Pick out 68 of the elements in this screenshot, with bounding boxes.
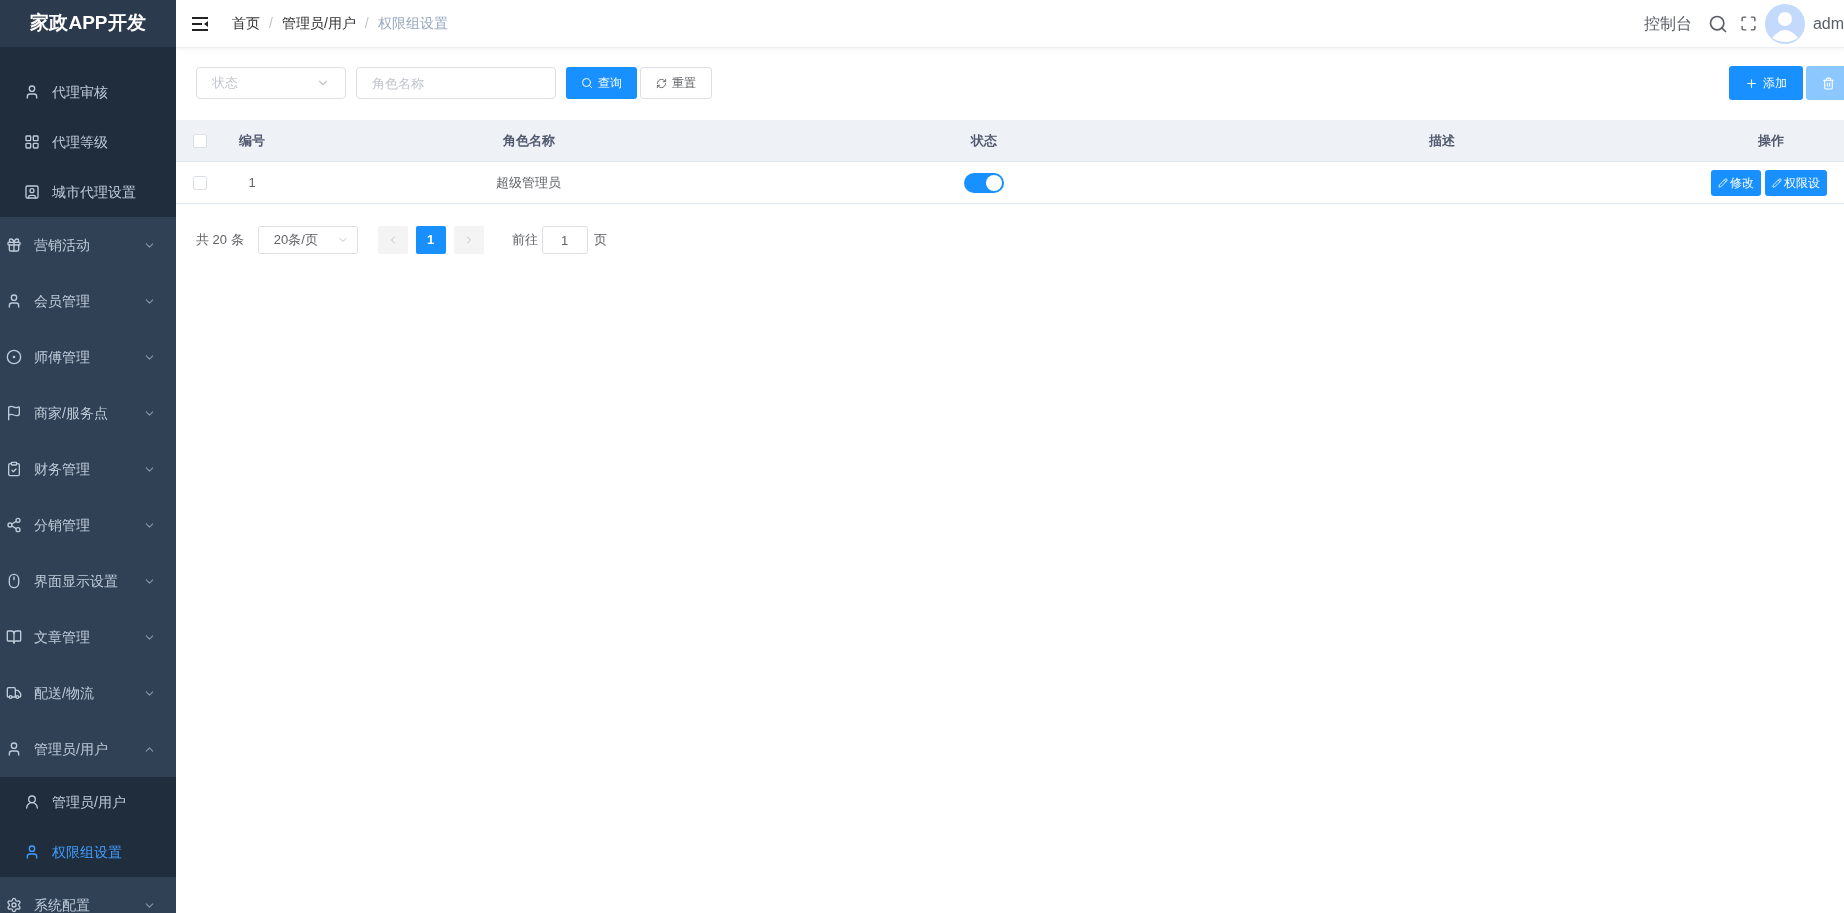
column-header: 角色名称 [502,131,555,150]
menu-icon [6,741,22,757]
menu-icon [6,897,22,913]
menu-icon [6,461,22,477]
total-count: 共 20 条 [196,231,244,250]
goto-label: 前往 [511,231,538,250]
menu-icon [6,405,22,421]
role-name-field[interactable]: 角色名称 [356,67,556,99]
trash-icon [1822,76,1835,90]
breadcrumb-link[interactable]: 管理员/用户 [281,13,356,34]
console-link[interactable]: 控制台 [1643,11,1692,36]
sidebar-subitem[interactable]: 代理等级 [0,117,176,167]
menu-icon [6,573,22,589]
avatar[interactable] [1764,3,1805,44]
reset-button[interactable]: 重置 [640,67,712,99]
sidebar-subitem[interactable]: 权限组设置 [0,827,176,877]
table-cell-text: 超级管理员 [496,173,562,192]
breadcrumb-link[interactable]: 首页 [232,13,260,34]
prev-page-button[interactable] [377,226,408,254]
menu-icon [6,293,22,309]
logo: 家政APP开发 [0,0,176,47]
menu-icon [6,685,22,701]
column-header: 编号 [239,131,266,150]
pencil-icon [1771,177,1782,188]
sidebar-item[interactable]: 配送/物流 [0,665,176,721]
page-size-select[interactable]: 20条/页 [257,226,358,254]
menu-icon [6,349,22,365]
menu-icon [24,184,40,200]
sidebar-item[interactable]: 营销活动 [0,217,176,273]
menu-icon [24,794,40,810]
sidebar-item[interactable]: 师傅管理 [0,329,176,385]
menu-icon [6,517,22,533]
sidebar-subitem[interactable]: 管理员/用户 [0,777,176,827]
search-icon[interactable] [1707,13,1728,34]
sidebar-item[interactable]: 商家/服务点 [0,385,176,441]
breadcrumb-separator: / [269,14,273,33]
table-cell-text: 1 [248,173,256,192]
menu-icon [6,629,22,645]
column-header: 状态 [971,131,998,150]
checkbox[interactable] [192,175,207,190]
menu-fold-icon[interactable] [192,16,208,31]
fullscreen-icon[interactable] [1739,15,1757,32]
user-name[interactable]: adm [1812,11,1844,36]
breadcrumb-separator: / [364,14,369,33]
next-page-button[interactable] [453,226,484,254]
sidebar-item[interactable]: 财务管理 [0,441,176,497]
sidebar-subitem[interactable]: 代理审核 [0,67,176,117]
column-header: 操作 [1757,131,1784,150]
menu-icon [24,134,40,150]
sidebar-item[interactable]: 会员管理 [0,273,176,329]
refresh-icon [656,77,667,89]
sidebar-item[interactable]: 界面显示设置 [0,553,176,609]
plus-icon [1745,76,1758,90]
sidebar-item[interactable]: 管理员/用户 [0,721,176,777]
page-suffix: 页 [593,231,607,250]
status-switch[interactable] [964,172,1005,193]
goto-page-field[interactable]: 1 [541,226,588,254]
menu-icon [24,844,40,860]
menu-icon [24,84,40,100]
menu-icon [6,237,22,253]
column-header: 描述 [1428,131,1455,150]
search-icon [581,77,593,89]
sidebar-item[interactable]: 分销管理 [0,497,176,553]
pencil-icon [1717,177,1728,188]
sidebar-subitem[interactable]: 城市代理设置 [0,167,176,217]
sidebar-item[interactable]: 系统配置 [0,877,176,913]
sidebar-item[interactable]: 文章管理 [0,609,176,665]
checkbox[interactable] [192,133,207,148]
